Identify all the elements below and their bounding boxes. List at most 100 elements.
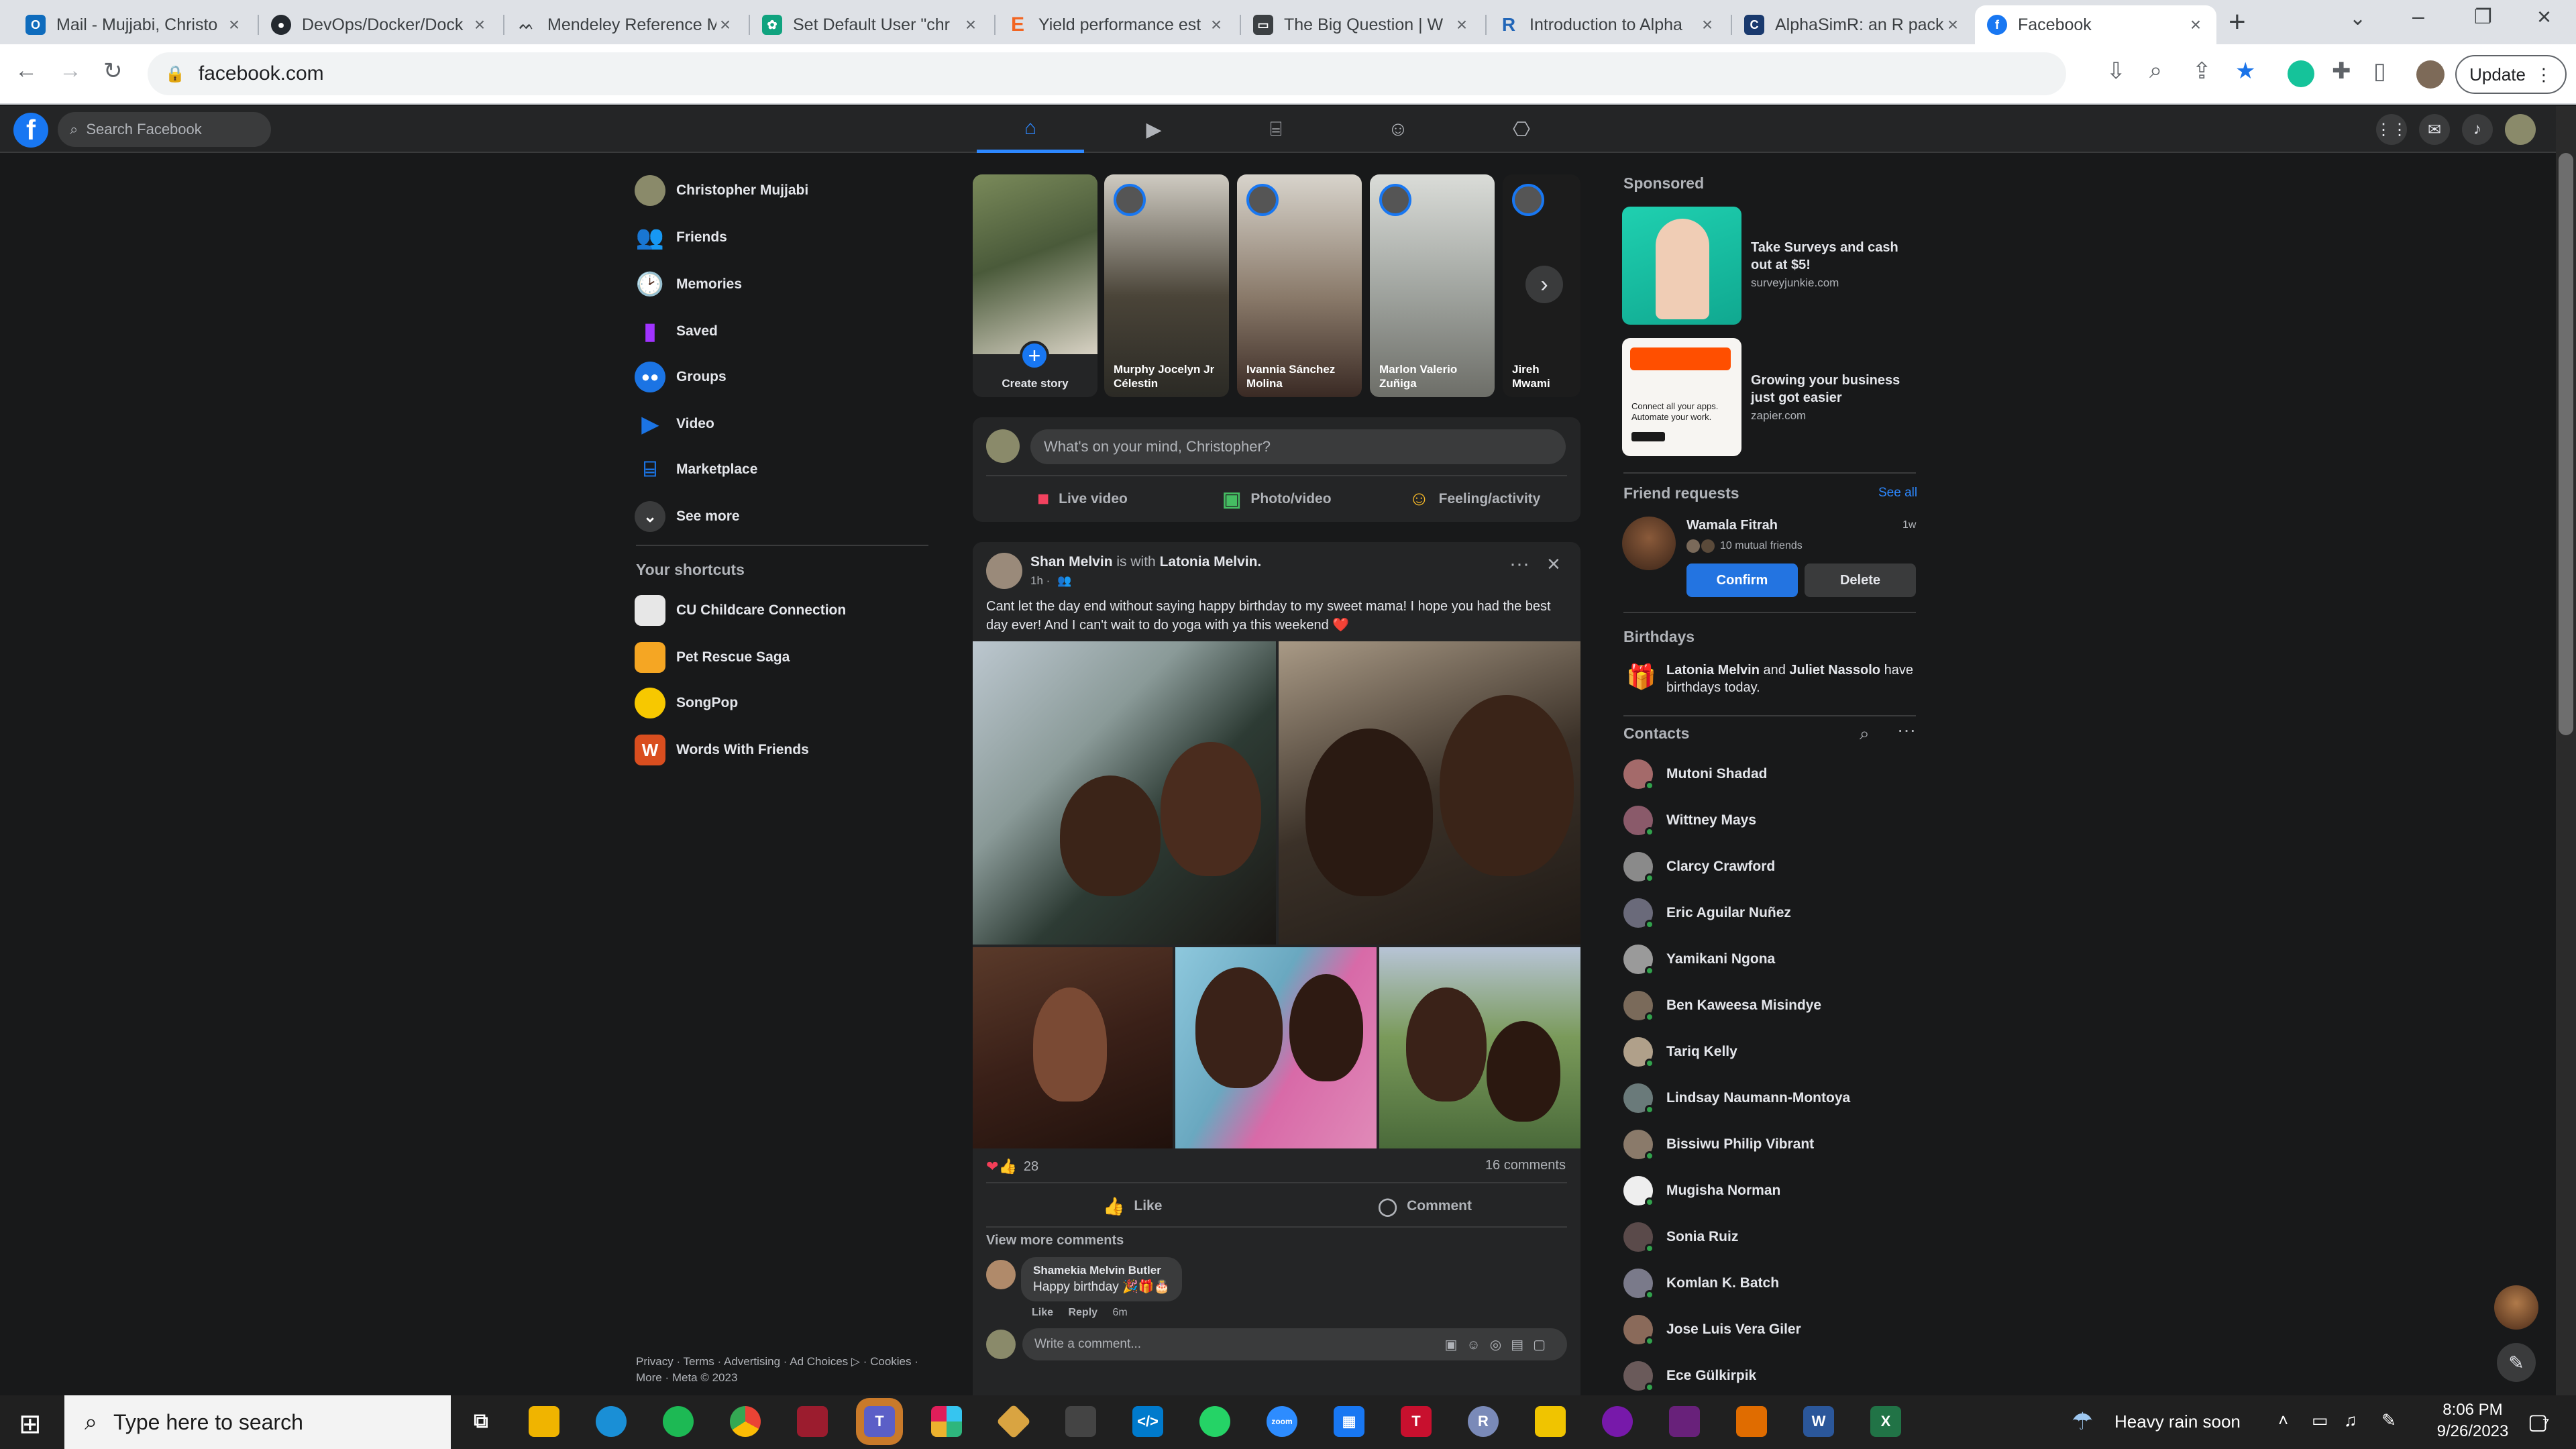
watch-icon[interactable]: ▶ [1100,106,1208,153]
volume-icon[interactable]: ♫ [2344,1410,2357,1431]
comment-like-link[interactable]: Like [1032,1307,1053,1318]
messenger-icon[interactable]: ✉ [2419,114,2450,145]
weather-icon[interactable]: ☂ [2072,1407,2093,1436]
browser-tab[interactable]: ᨓ Mendeley Reference M × [504,5,746,44]
excel-icon[interactable]: X [1870,1406,1901,1437]
contact-item[interactable]: Lindsay Naumann-Montoya [1623,1078,1850,1118]
profile-avatar[interactable] [2416,60,2445,89]
delete-button[interactable]: Delete [1805,564,1916,597]
sidebar-item-see-more[interactable]: ⌄ See more [635,496,740,537]
reactions-summary[interactable]: ❤ 👍 28 [986,1158,1038,1175]
snip-icon[interactable] [1065,1406,1096,1437]
slack-icon[interactable] [931,1406,962,1437]
new-message-icon[interactable]: ✎ [2497,1343,2536,1382]
zoom-icon[interactable]: zoom [1267,1406,1297,1437]
facebook-logo[interactable]: f [13,113,48,148]
live-video-button[interactable]: ■ Live video [1037,480,1128,518]
contact-item[interactable]: Wittney Mays [1623,800,1756,841]
browser-tab[interactable]: C AlphaSimR: an R pack × [1732,5,1974,44]
browser-tab[interactable]: ● DevOps/Docker/Dock × [259,5,500,44]
write-comment-input[interactable]: Write a comment... ▣☺◎▤▢ [1022,1328,1567,1360]
onenote-icon[interactable] [1602,1406,1633,1437]
view-more-comments-link[interactable]: View more comments [986,1233,1124,1248]
notes-icon[interactable] [1535,1406,1566,1437]
sidebar-item-marketplace[interactable]: ⌸ Marketplace [635,449,757,490]
comment-tools-icons[interactable]: ▣☺◎▤▢ [1444,1336,1555,1353]
sidebar-item-memories[interactable]: 🕑 Memories [635,264,742,305]
notification-center-icon[interactable]: ▢ 7 [2528,1409,2549,1434]
contacts-more-icon[interactable]: ··· [1897,719,1916,741]
package-icon[interactable] [1736,1406,1767,1437]
mutual-friends[interactable]: 10 mutual friends [1686,539,1803,553]
create-story-card[interactable]: + Create story [973,174,1097,397]
contact-item[interactable]: Mutoni Shadad [1623,754,1768,794]
vscode-icon[interactable]: </> [1132,1406,1163,1437]
contact-item[interactable]: Eric Aguilar Nuñez [1623,893,1791,933]
vs-icon[interactable] [1669,1406,1700,1437]
contact-item[interactable]: Jose Luis Vera Giler [1623,1309,1801,1350]
address-bar[interactable]: 🔒 facebook.com [148,52,2066,95]
contact-item[interactable]: Bissiwu Philip Vibrant [1623,1124,1814,1165]
back-icon[interactable]: ← [15,58,38,84]
contact-item[interactable]: Yamikani Ngona [1623,939,1775,979]
contact-item[interactable]: Sonia Ruiz [1623,1217,1738,1257]
shortcut-item[interactable]: CU Childcare Connection [635,590,846,631]
extensions-icon[interactable]: ✚ [2332,58,2351,85]
new-tab-button[interactable]: + [2229,5,2246,39]
close-icon[interactable]: × [1547,551,1560,578]
contact-item[interactable]: Mugisha Norman [1623,1171,1780,1211]
contact-item[interactable]: Ece Gülkirpik [1623,1356,1756,1396]
contact-item[interactable]: Ben Kaweesa Misindye [1623,985,1821,1026]
taskbar-clock[interactable]: 8:06 PM 9/26/2023 [2426,1401,2520,1441]
reload-icon[interactable]: ↻ [103,58,123,85]
task-view-icon[interactable]: ⧉ [466,1406,496,1437]
confirm-button[interactable]: Confirm [1686,564,1798,597]
mendeley-icon[interactable] [797,1406,828,1437]
bookmark-star-icon[interactable]: ★ [2235,58,2255,85]
taskbar-search-input[interactable]: ⌕ Type here to search [64,1395,451,1449]
sidebar-item-saved[interactable]: ▮ Saved [635,311,718,352]
shortcut-item[interactable]: W Words With Friends [635,730,809,770]
comment-button[interactable]: ◯ Comment [1378,1187,1472,1225]
home-icon[interactable]: ⌂ [977,106,1084,153]
post-photo[interactable] [1279,641,1580,945]
spotify-icon[interactable] [663,1406,694,1437]
shortcut-item[interactable]: SongPop [635,683,738,723]
restore-icon[interactable]: ❐ [2474,5,2492,29]
browser-tab-active[interactable]: f Facebook × [1975,5,2216,44]
comment-author[interactable]: Shamekia Melvin Butler [1033,1264,1170,1277]
browser-tab[interactable]: ✿ Set Default User "chr × [750,5,991,44]
install-icon[interactable]: ⇩ [2106,58,2126,85]
sidebar-item-groups[interactable]: ●● Groups [635,357,727,397]
ad-image[interactable]: Connect all your apps. Automate your wor… [1622,338,1741,456]
tray-chevron-icon[interactable]: ˄ [2278,1410,2288,1431]
git-icon[interactable] [996,1403,1032,1440]
sidebar-item-video[interactable]: ▶ Video [635,404,714,444]
post-photo[interactable] [1379,947,1580,1148]
close-icon[interactable]: × [1453,14,1470,36]
groups-icon[interactable]: ☺ [1344,106,1452,153]
post-photo[interactable] [1175,947,1377,1148]
ad-image[interactable] [1622,207,1741,325]
post-photo[interactable] [973,947,1173,1148]
close-icon[interactable]: × [1699,14,1716,36]
contact-item[interactable]: Komlan K. Batch [1623,1263,1779,1303]
story-card[interactable]: Murphy Jocelyn Jr Célestin [1104,174,1229,397]
network-icon[interactable]: ▭ [2312,1410,2328,1431]
zoom-icon[interactable]: ⌕ [2149,58,2162,84]
calendar-icon[interactable]: ▦ [1334,1406,1364,1437]
close-icon[interactable]: × [716,14,734,36]
like-button[interactable]: 👍 Like [1103,1187,1162,1225]
update-button[interactable]: Update ⋮ [2455,55,2567,94]
friend-request-name[interactable]: Wamala Fitrah [1686,518,1778,533]
feeling-activity-button[interactable]: ☺ Feeling/activity [1409,480,1540,518]
photo-video-button[interactable]: ▣ Photo/video [1222,480,1332,518]
sidebar-item-friends[interactable]: 👥 Friends [635,217,727,258]
post-time[interactable]: 1h · 👥 [1030,574,1071,588]
post-photo[interactable] [973,641,1276,945]
close-window-icon[interactable]: × [2537,3,2551,31]
story-card[interactable]: Ivannia Sánchez Molina [1237,174,1362,397]
close-icon[interactable]: × [225,14,243,36]
story-card[interactable]: Marlon Valerio Zuñiga [1370,174,1495,397]
sidebar-item-profile[interactable]: Christopher Mujjabi [635,170,808,211]
